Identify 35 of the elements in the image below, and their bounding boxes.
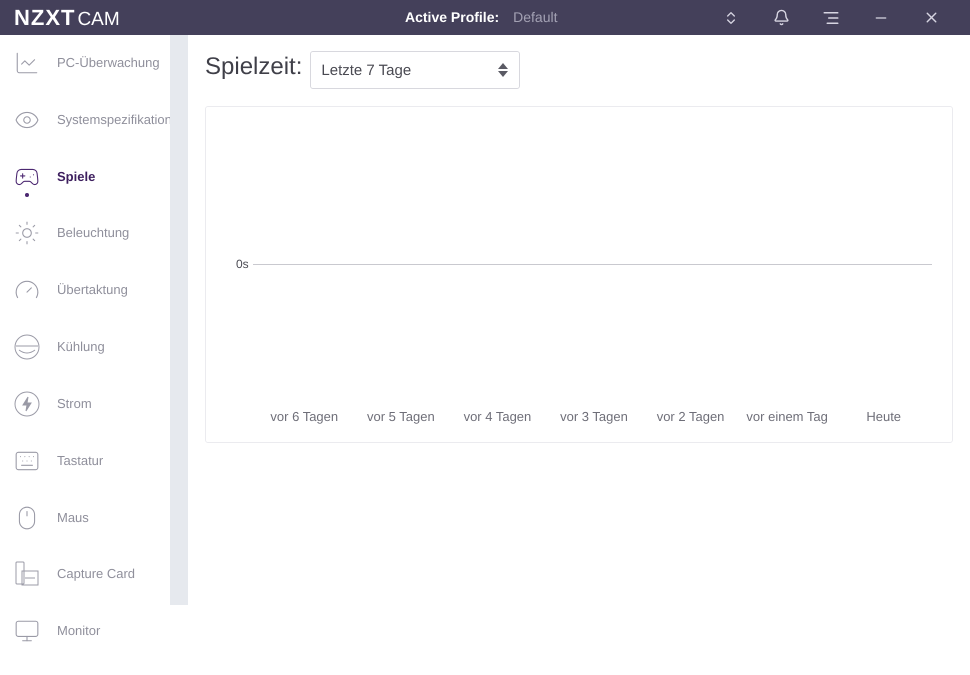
axis-label: vor 2 Tagen [656,409,726,424]
sidebar-item[interactable]: Systemspezifikation [0,106,170,164]
sort-caret-icon [497,62,510,78]
sidebar-item[interactable]: Maus [0,504,170,562]
capture-card-icon [14,561,40,588]
sidebar-item[interactable]: Spiele [0,164,170,220]
fan-circle-icon [14,334,40,360]
axis-label: vor 5 Tagen [366,409,436,424]
line-chart-icon [14,50,40,76]
sidebar-item[interactable]: Strom [0,390,170,448]
profile-label: Active Profile: [405,9,500,25]
axis-label: vor 4 Tagen [462,409,532,424]
sidebar-item[interactable]: Monitor [0,618,170,675]
sun-icon [14,220,40,246]
sidebar-item[interactable]: Kühlung [0,334,170,391]
bell-icon[interactable] [772,9,790,26]
axis-label: vor 6 Tagen [269,409,340,424]
active-dot [25,192,29,197]
sidebar-item[interactable]: Capture Card [0,561,170,618]
axis-label: vor einem Tag [745,409,829,424]
axis-label: Heute [865,409,902,424]
sidebar-item[interactable]: Beleuchtung [0,220,170,278]
monitor-icon [14,618,40,644]
axis-label: 0s [236,257,249,271]
playtime-label: Spielzeit: [205,53,302,81]
profile-value[interactable]: Default [513,9,558,25]
scrollbar[interactable] [170,35,188,605]
sidebar-item[interactable]: Übertaktung [0,277,170,334]
sidebar-item[interactable]: Tastatur [0,448,170,504]
logo-text: NZXT [14,4,76,30]
period-select[interactable]: Letzte 7 Tage [310,51,520,89]
axis-label: vor 3 Tagen [559,409,629,424]
lightning-icon [14,390,40,417]
logo-text: CAM [77,8,120,30]
sidebar-item[interactable]: PC-Überwachung [0,50,170,107]
